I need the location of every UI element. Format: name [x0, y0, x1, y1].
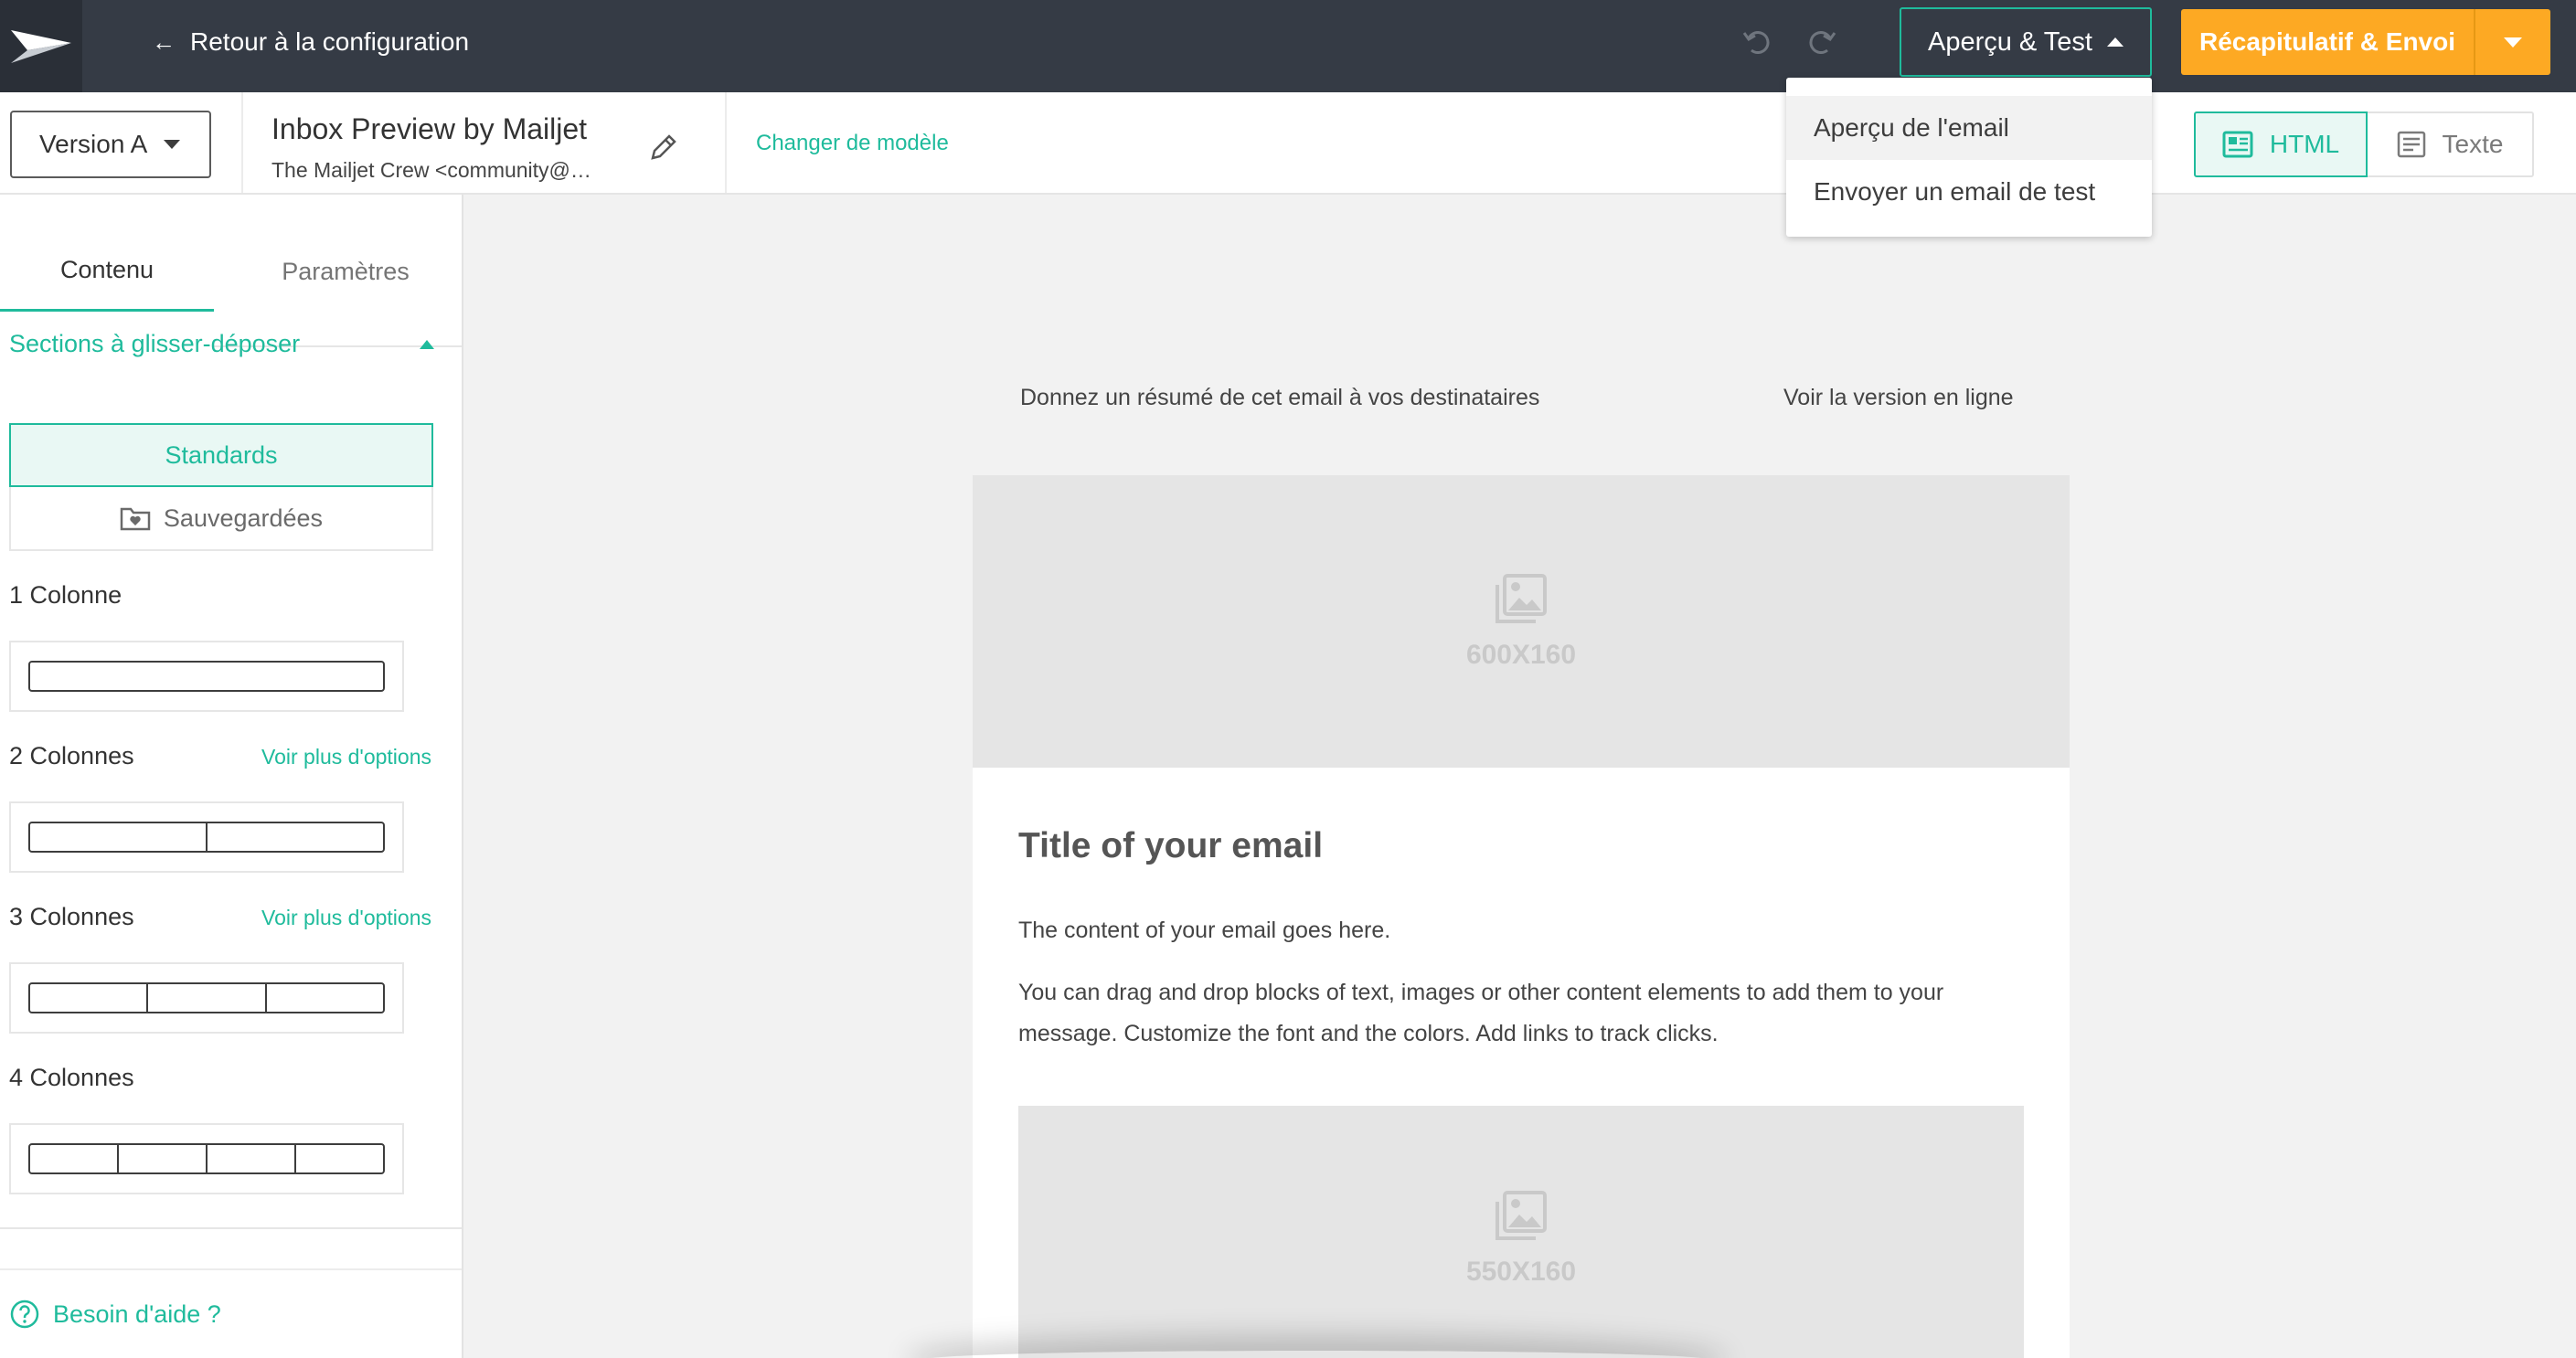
hero-image-size: 600X160: [1465, 640, 1577, 670]
email-title[interactable]: Title of your email: [1018, 826, 1323, 866]
layout-label-1-column: 1 Colonne: [9, 581, 122, 609]
question-circle-icon: [10, 1300, 39, 1329]
preview-test-button[interactable]: Aperçu & Test: [1900, 7, 2152, 77]
email-paragraph[interactable]: You can drag and drop blocks of text, im…: [1018, 972, 2024, 1055]
caret-up-icon: [2107, 37, 2124, 47]
column-cell: [30, 984, 149, 1012]
layout-label-4-columns: 4 Colonnes: [9, 1064, 134, 1091]
email-body: 600X160 Title of your email The content …: [973, 475, 2070, 1358]
html-label: HTML: [2269, 130, 2340, 158]
version-label: Version A: [39, 130, 148, 158]
divider: [0, 1268, 462, 1270]
view-online-link[interactable]: Voir la version en ligne: [1783, 385, 2014, 411]
top-bar: ← Retour à la configuration Aperçu & Tes…: [0, 0, 2576, 92]
hero-image-placeholder[interactable]: 600X160: [973, 475, 2070, 768]
help-label: Besoin d'aide ?: [53, 1300, 221, 1328]
column-cell: [30, 663, 383, 690]
sidebar-tabs: Contenu Paramètres: [0, 231, 462, 347]
layout-1-column[interactable]: [9, 641, 404, 712]
caret-down-icon: [2504, 37, 2522, 48]
layout-label-3-columns: 3 Colonnes: [9, 903, 134, 930]
back-to-configuration-link[interactable]: ← Retour à la configuration: [152, 0, 469, 84]
column-preview: [28, 822, 385, 853]
email-canvas: Donnez un résumé de cet email à vos dest…: [465, 195, 2576, 1358]
divider: [725, 92, 727, 193]
content-image-placeholder[interactable]: 550X160: [1018, 1106, 2024, 1358]
html-toggle-button[interactable]: HTML: [2194, 111, 2368, 177]
tab-settings[interactable]: Paramètres: [214, 231, 477, 312]
undo-icon[interactable]: [1733, 18, 1781, 66]
layout-2-columns[interactable]: [9, 801, 404, 873]
menu-item-email-preview[interactable]: Aperçu de l'email: [1786, 96, 2152, 160]
send-options-dropdown[interactable]: [2475, 9, 2550, 75]
change-template-link[interactable]: Changer de modèle: [756, 131, 949, 156]
section-title: Sections à glisser-déposer: [9, 330, 301, 357]
column-cell: [208, 1145, 296, 1172]
back-label: Retour à la configuration: [190, 27, 470, 56]
column-cell: [30, 1145, 119, 1172]
campaign-bar: Version A Inbox Preview by Mailjet The M…: [0, 92, 2576, 195]
caret-down-icon: [164, 140, 181, 149]
column-cell: [296, 1145, 383, 1172]
folder-heart-icon: [120, 507, 151, 531]
column-cell: [267, 984, 383, 1012]
version-select[interactable]: Version A: [10, 111, 211, 178]
tab-content[interactable]: Contenu: [0, 231, 214, 312]
column-preview: [28, 982, 385, 1013]
preheader-text[interactable]: Donnez un résumé de cet email à vos dest…: [1020, 385, 1539, 411]
redo-icon[interactable]: [1798, 18, 1846, 66]
text-toggle-button[interactable]: Texte: [2368, 111, 2534, 177]
image-icon: [1496, 574, 1547, 623]
divider: [241, 92, 243, 193]
column-cell: [119, 1145, 208, 1172]
text-label: Texte: [2442, 130, 2504, 158]
saved-label: Sauvegardées: [163, 504, 324, 532]
sidebar: Contenu Paramètres Sections à glisser-dé…: [0, 195, 463, 1358]
column-cell: [30, 823, 208, 851]
column-preview: [28, 1143, 385, 1174]
html-layout-icon: [2222, 131, 2253, 158]
summary-send-label: Récapitulatif & Envoi: [2198, 27, 2456, 56]
content-image-size: 550X160: [1465, 1257, 1577, 1287]
standards-button[interactable]: Standards: [9, 423, 433, 487]
campaign-title: Inbox Preview by Mailjet: [271, 112, 588, 145]
text-document-icon: [2397, 131, 2425, 158]
layout-label-2-columns: 2 Colonnes: [9, 742, 134, 769]
more-options-link-2-columns[interactable]: Voir plus d'options: [261, 745, 431, 769]
divider: [0, 1227, 462, 1229]
arrow-left-icon: ←: [152, 27, 176, 56]
caret-up-icon: [420, 339, 434, 349]
paper-plane-logo[interactable]: [0, 0, 82, 92]
image-icon: [1496, 1191, 1547, 1240]
column-cell: [208, 823, 383, 851]
email-paragraph[interactable]: The content of your email goes here.: [1018, 918, 1390, 944]
saved-sections-button[interactable]: Sauvegardées: [9, 487, 433, 551]
more-options-link-3-columns[interactable]: Voir plus d'options: [261, 906, 431, 930]
format-toggle: HTML Texte: [2194, 111, 2534, 177]
layout-4-columns[interactable]: [9, 1123, 404, 1194]
campaign-sender: The Mailjet Crew <community@mailjet.com>: [271, 158, 601, 182]
column-cell: [148, 984, 267, 1012]
menu-item-send-test-email[interactable]: Envoyer un email de test: [1786, 160, 2152, 224]
preview-test-menu: Aperçu de l'email Envoyer un email de te…: [1786, 78, 2152, 237]
summary-send-button[interactable]: Récapitulatif & Envoi: [2181, 9, 2550, 75]
drag-drop-sections-toggle[interactable]: Sections à glisser-déposer: [9, 330, 434, 358]
column-preview: [28, 661, 385, 692]
layout-3-columns[interactable]: [9, 962, 404, 1034]
preview-test-label: Aperçu & Test: [1927, 27, 2092, 57]
help-link[interactable]: Besoin d'aide ?: [9, 1299, 221, 1330]
pencil-icon[interactable]: [645, 129, 682, 165]
